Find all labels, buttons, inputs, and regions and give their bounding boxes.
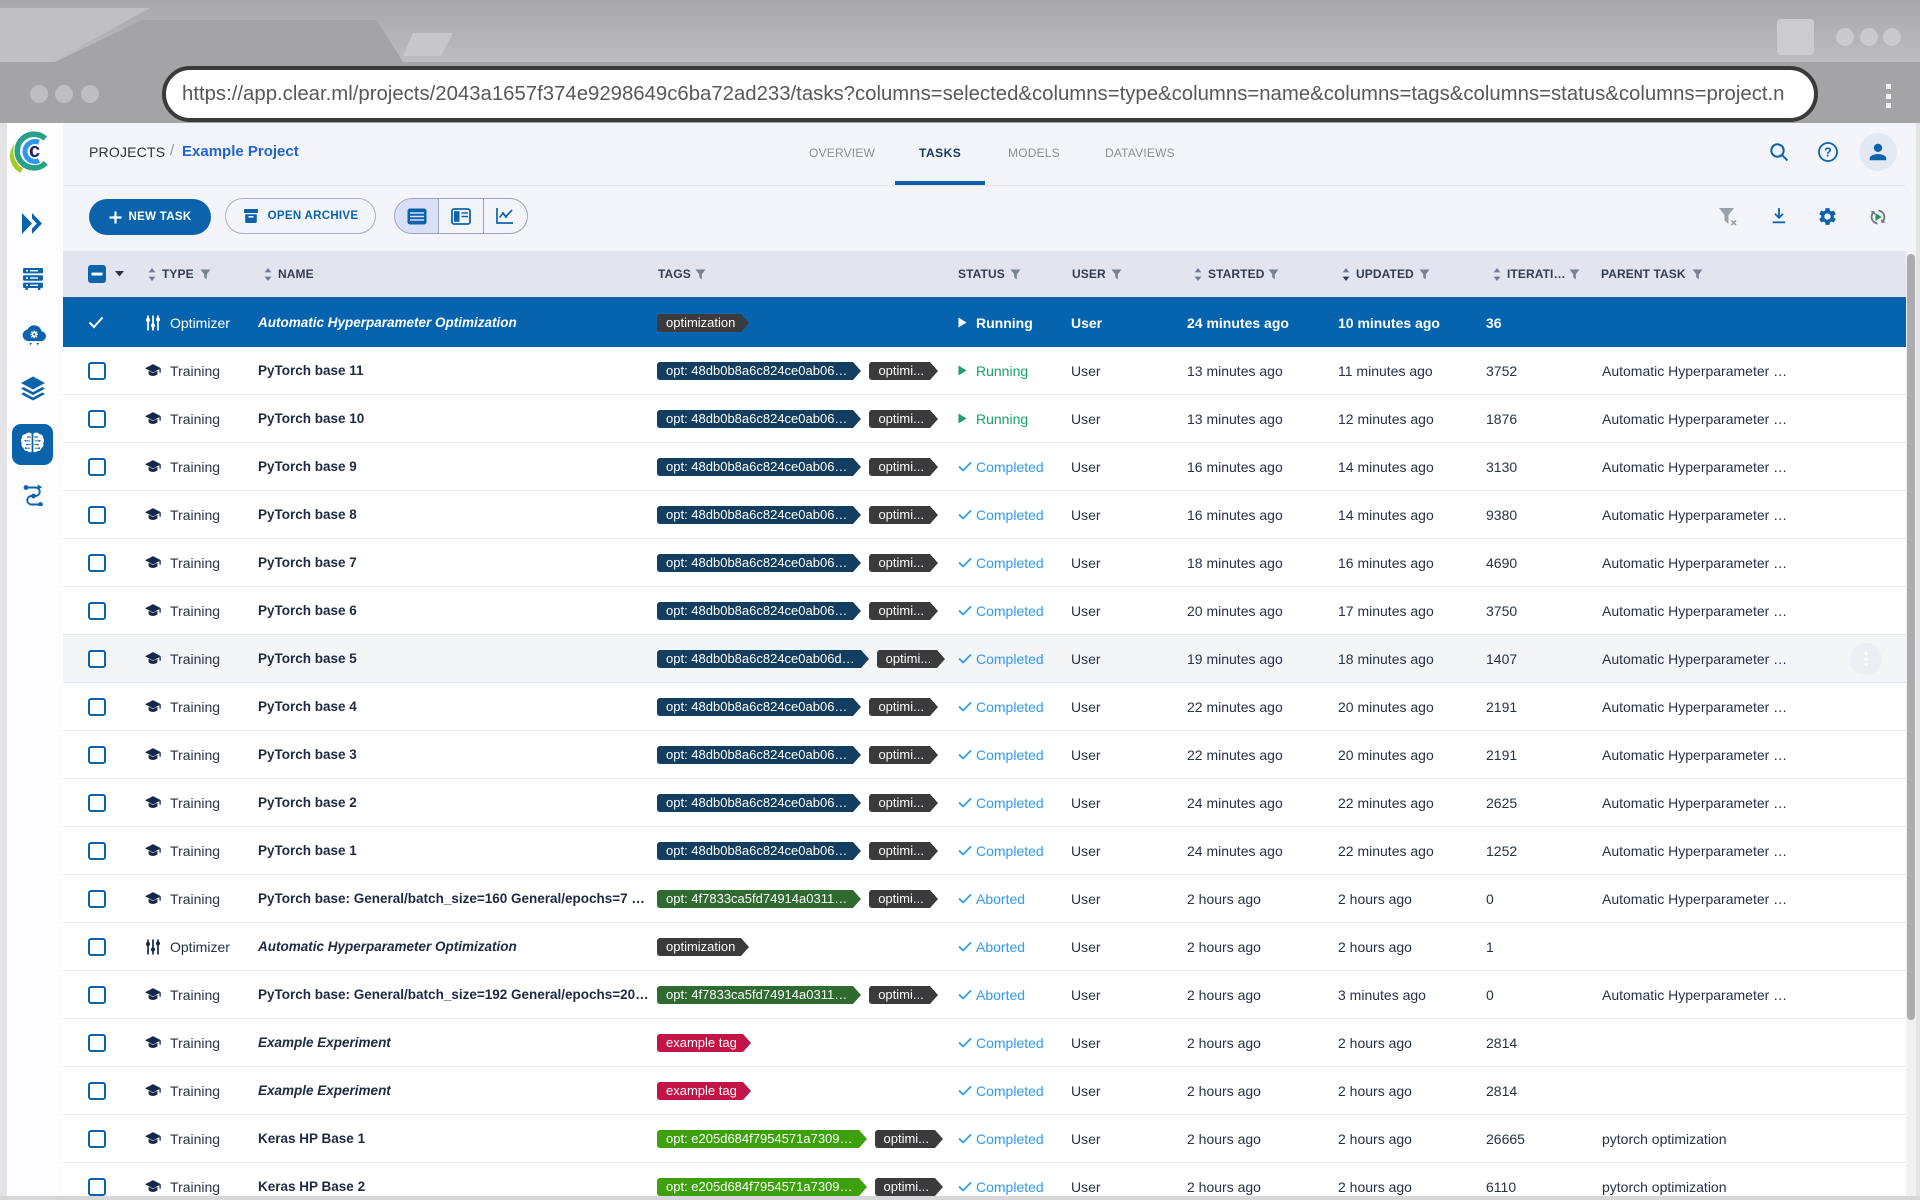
svg-text:?: ? (1824, 145, 1832, 159)
svg-text:c: c (29, 140, 40, 162)
